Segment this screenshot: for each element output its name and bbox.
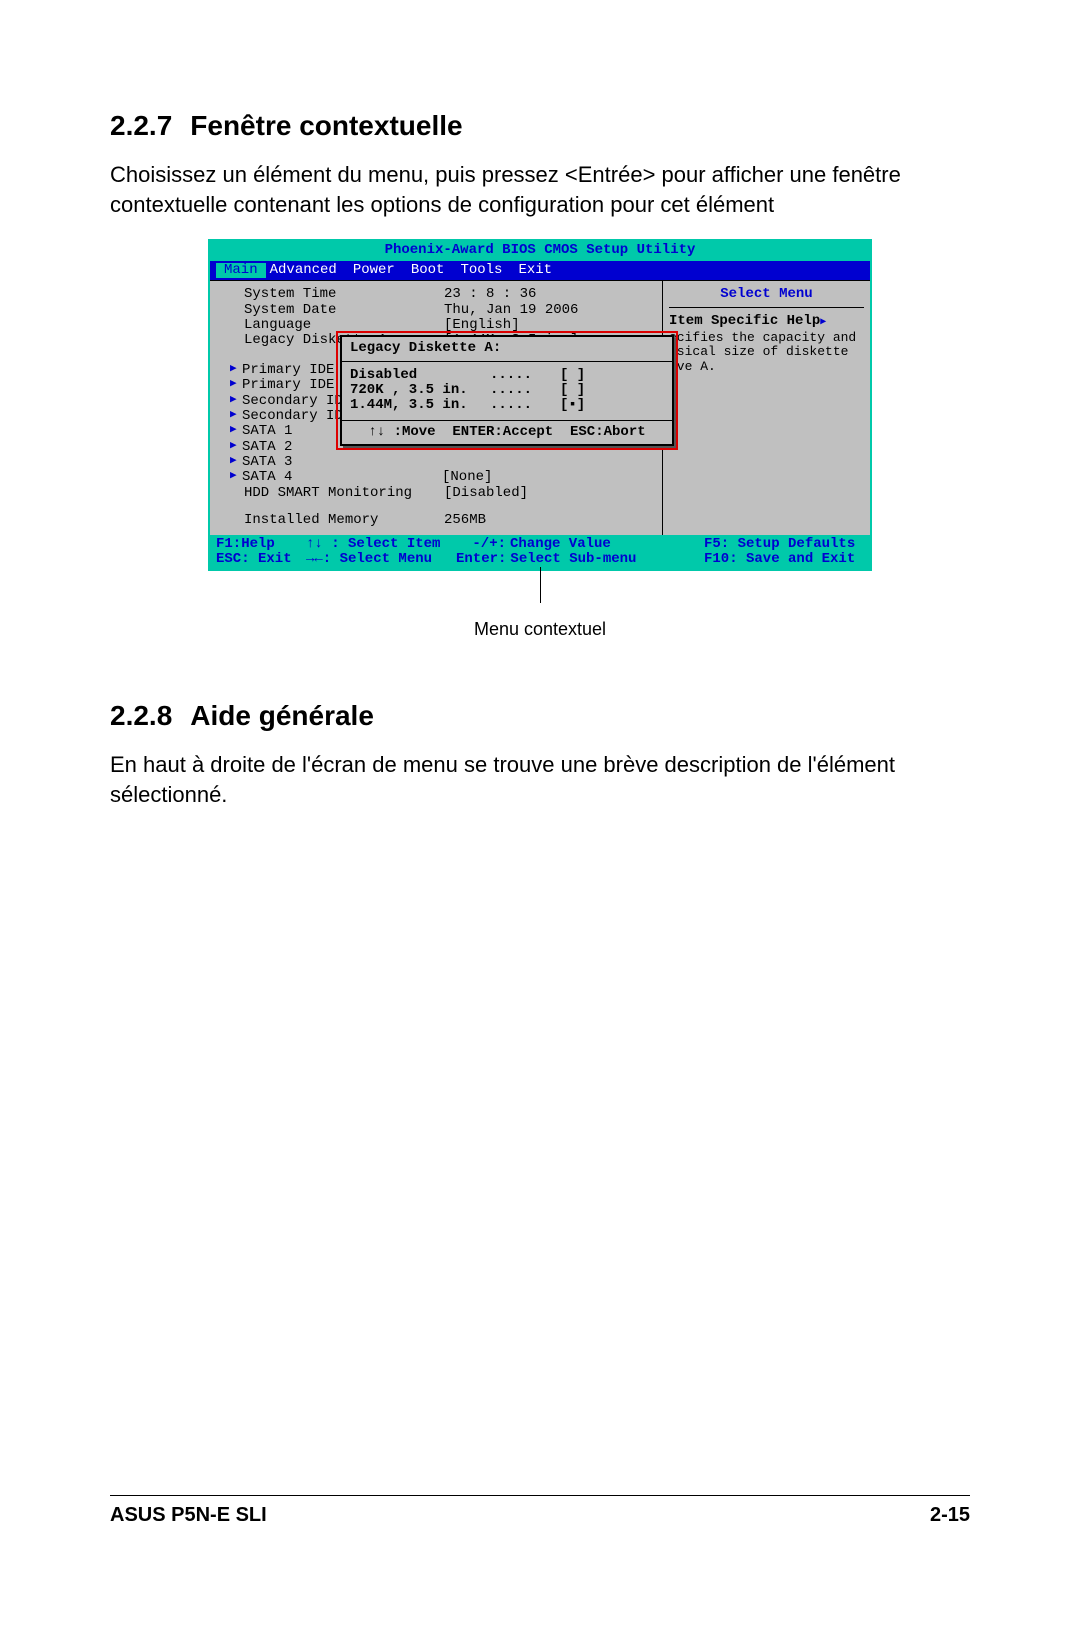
popup-option[interactable]: Disabled.....[ ] — [350, 368, 664, 383]
bios-help-panel: Select Menu Item Specific Help ecifies t… — [662, 281, 870, 534]
popup-option[interactable]: 1.44M, 3.5 in......[▪] — [350, 398, 664, 413]
footer-page: 2-15 — [930, 1504, 970, 1527]
row-label[interactable]: SATA 3 — [242, 455, 442, 470]
section-num: 2.2.7 — [110, 110, 172, 141]
bios-screenshot: Phoenix-Award BIOS CMOS Setup Utility Ma… — [110, 239, 970, 640]
row-value: [None] — [442, 470, 492, 485]
bios-footer: F1:Help ↑↓ : Select Item -/+: Change Val… — [210, 535, 870, 570]
row-value[interactable]: [English] — [444, 318, 520, 333]
row-value[interactable]: [Disabled] — [444, 486, 528, 501]
row-label[interactable]: SATA 4 — [242, 470, 442, 485]
bios-main-panel: System Time23 : 8 : 36 System DateThu, J… — [210, 281, 662, 534]
popup-footer: ↑↓ :Move ENTER:Accept ESC:Abort — [342, 421, 672, 444]
row-value[interactable]: 23 : 8 : 36 — [444, 287, 536, 302]
bios-menu-tools[interactable]: Tools — [456, 263, 514, 278]
page-footer: ASUS P5N-E SLI 2-15 — [110, 1495, 970, 1527]
section-title: Aide générale — [190, 700, 374, 731]
row-label: System Time — [244, 287, 444, 302]
section-heading-228: 2.2.8 Aide générale — [110, 700, 970, 732]
help-subtitle: Item Specific Help — [669, 312, 864, 331]
row-value[interactable]: Thu, Jan 19 2006 — [444, 303, 578, 318]
callout-label: Menu contextuel — [110, 619, 970, 640]
section-title: Fenêtre contextuelle — [190, 110, 462, 141]
row-label: Language — [244, 318, 444, 333]
bios-menu-advanced[interactable]: Advanced — [266, 263, 349, 278]
row-value: 256MB — [444, 513, 486, 528]
popup-title: Legacy Diskette A: — [342, 337, 672, 361]
popup-dialog: Legacy Diskette A: Disabled.....[ ] 720K… — [340, 335, 674, 446]
help-text: ecifies the capacity and ysical size of … — [669, 331, 864, 374]
section-body-2: En haut à droite de l'écran de menu se t… — [110, 750, 970, 809]
section-num: 2.2.8 — [110, 700, 172, 731]
help-title: Select Menu — [669, 287, 864, 307]
bios-menu-bar: Main Advanced Power Boot Tools Exit — [210, 261, 870, 280]
row-label: HDD SMART Monitoring — [244, 486, 444, 501]
section-heading-227: 2.2.7 Fenêtre contextuelle — [110, 110, 970, 142]
bios-menu-boot[interactable]: Boot — [407, 263, 457, 278]
section-body-1: Choisissez un élément du menu, puis pres… — [110, 160, 970, 219]
row-label: Installed Memory — [244, 513, 444, 528]
bios-menu-power[interactable]: Power — [349, 263, 407, 278]
row-label: System Date — [244, 303, 444, 318]
footer-product: ASUS P5N-E SLI — [110, 1504, 267, 1527]
bios-menu-main[interactable]: Main — [216, 263, 266, 278]
callout-line — [540, 567, 541, 603]
bios-title: Phoenix-Award BIOS CMOS Setup Utility — [210, 241, 870, 260]
bios-menu-exit[interactable]: Exit — [514, 263, 564, 278]
popup-option[interactable]: 720K , 3.5 in......[ ] — [350, 383, 664, 398]
